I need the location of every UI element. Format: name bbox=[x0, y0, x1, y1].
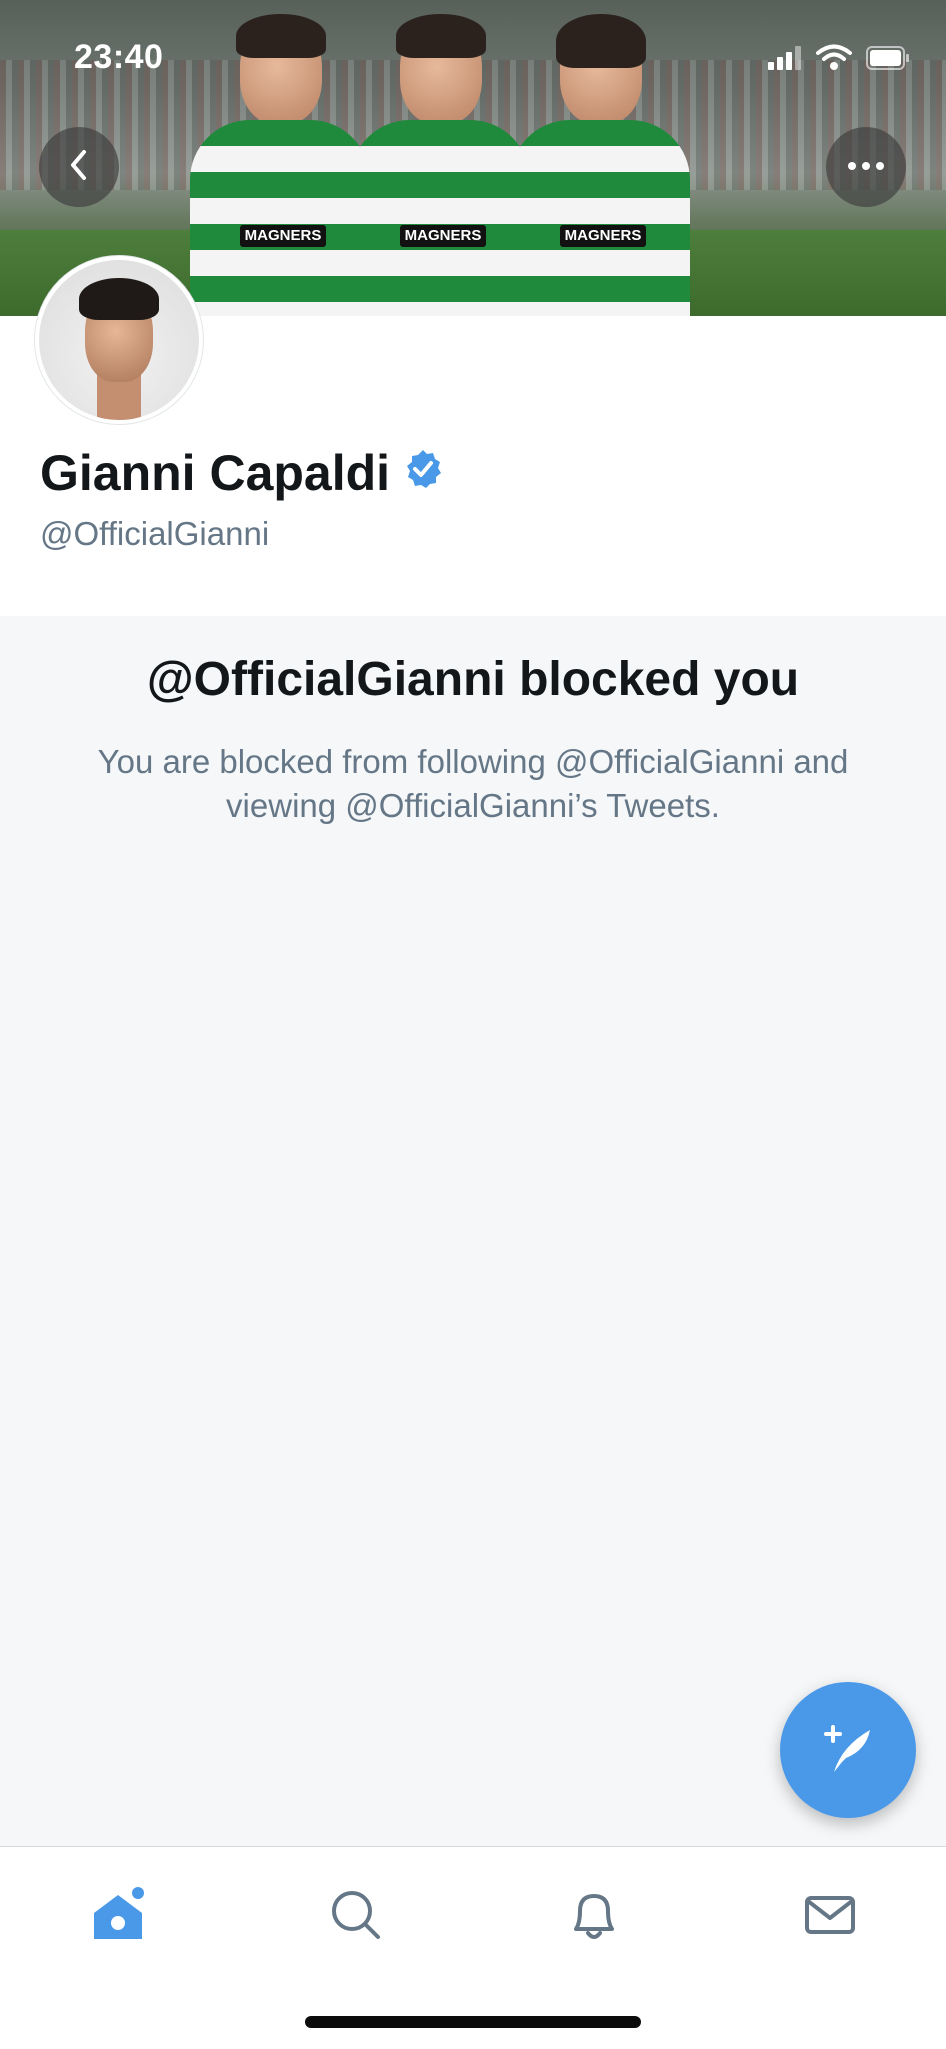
blocked-description: You are blocked from following @Official… bbox=[97, 743, 849, 824]
tab-home[interactable] bbox=[78, 1877, 158, 1957]
tab-messages[interactable] bbox=[790, 1877, 870, 1957]
home-indicator bbox=[305, 2016, 641, 2028]
profile-name-row: Gianni Capaldi bbox=[40, 444, 444, 502]
banner-sponsor-label: MAGNERS bbox=[560, 225, 646, 247]
home-icon bbox=[88, 1885, 148, 1950]
cellular-signal-icon bbox=[768, 46, 802, 75]
ellipsis-icon bbox=[846, 158, 886, 176]
tab-notifications[interactable] bbox=[554, 1877, 634, 1957]
display-name: Gianni Capaldi bbox=[40, 445, 391, 501]
bell-icon bbox=[566, 1887, 622, 1948]
status-time: 23:40 bbox=[74, 38, 164, 76]
status-icons bbox=[768, 44, 910, 75]
search-icon bbox=[328, 1887, 384, 1948]
tab-search[interactable] bbox=[316, 1877, 396, 1957]
back-button[interactable] bbox=[39, 127, 119, 207]
more-options-button[interactable] bbox=[826, 127, 906, 207]
battery-icon bbox=[866, 46, 910, 75]
wifi-icon bbox=[816, 44, 852, 75]
avatar[interactable] bbox=[35, 256, 203, 424]
envelope-icon bbox=[802, 1887, 858, 1948]
compose-tweet-button[interactable] bbox=[780, 1682, 916, 1818]
banner-sponsor-label: MAGNERS bbox=[240, 225, 326, 247]
verified-badge-icon bbox=[402, 444, 444, 502]
blocked-title: @OfficialGianni blocked you bbox=[146, 653, 800, 706]
profile-handle: @OfficialGianni bbox=[40, 515, 270, 552]
banner-sponsor-label: MAGNERS bbox=[400, 225, 486, 247]
chevron-left-icon bbox=[65, 147, 93, 188]
status-bar: 23:40 bbox=[0, 0, 946, 110]
compose-tweet-icon bbox=[816, 1716, 880, 1785]
